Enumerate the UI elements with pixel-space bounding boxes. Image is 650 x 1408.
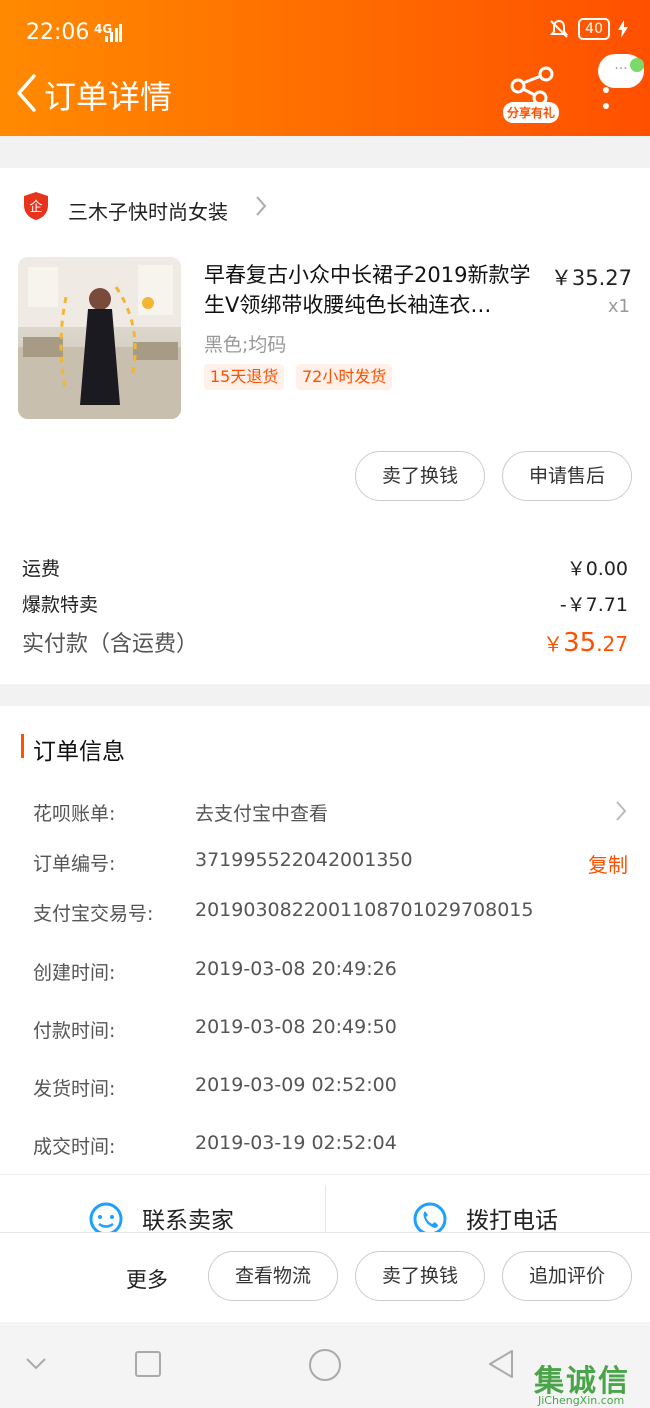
phone-icon bbox=[413, 1202, 447, 1232]
info-label: 花呗账单: bbox=[33, 803, 116, 825]
paid-time-row: 付款时间: 2019-03-08 20:49:50 bbox=[33, 1016, 628, 1046]
info-value: 2019-03-19 02:52:04 bbox=[195, 1132, 397, 1154]
info-label: 发货时间: bbox=[33, 1078, 116, 1100]
info-value: 2019-03-08 20:49:26 bbox=[195, 958, 397, 980]
contact-seller-button[interactable]: 联系卖家 bbox=[88, 1175, 234, 1232]
chevron-right-icon[interactable] bbox=[254, 194, 268, 218]
back-triangle-icon[interactable] bbox=[486, 1348, 516, 1380]
charging-icon bbox=[618, 20, 628, 38]
order-info-title: 订单信息 bbox=[33, 739, 125, 765]
order-number-row: 订单编号: 371995522042001350 复制 bbox=[33, 849, 628, 879]
shipping-fee-label: 运费 bbox=[22, 558, 61, 580]
sell-for-money-button-bottom[interactable]: 卖了换钱 bbox=[355, 1251, 485, 1301]
shipped-time-row: 发货时间: 2019-03-09 02:52:00 bbox=[33, 1074, 628, 1104]
discount-row: 爆款特卖 -￥7.71 bbox=[22, 590, 628, 617]
sell-for-money-button[interactable]: 卖了换钱 bbox=[355, 451, 485, 501]
bottom-action-bar: 更多 查看物流 卖了换钱 追加评价 bbox=[0, 1232, 650, 1322]
product-title[interactable]: 早春复古小众中长裙子2019新款学生V领绑带收腰纯色长袖连衣… bbox=[204, 260, 534, 320]
after-sale-button[interactable]: 申请售后 bbox=[502, 451, 632, 501]
chat-icon bbox=[89, 1202, 123, 1232]
info-label: 付款时间: bbox=[33, 1020, 116, 1042]
page-title: 订单详情 bbox=[44, 78, 173, 116]
info-label: 支付宝交易号: bbox=[33, 903, 154, 925]
info-value: 2019-03-09 02:52:00 bbox=[195, 1074, 397, 1096]
total-paid-label: 实付款（含运费） bbox=[22, 632, 199, 657]
shipping-fee-row: 运费 ￥0.00 bbox=[22, 554, 628, 581]
contact-seller-label: 联系卖家 bbox=[142, 1208, 234, 1232]
call-phone-label: 拨打电话 bbox=[466, 1208, 558, 1232]
return-policy-tag: 15天退货 bbox=[204, 364, 285, 390]
battery-indicator: 40 bbox=[578, 18, 610, 40]
svg-text:企: 企 bbox=[29, 199, 42, 215]
total-paid-value: ￥35.27 bbox=[543, 628, 628, 658]
more-vertical-icon[interactable] bbox=[596, 84, 616, 114]
add-review-button[interactable]: 追加评价 bbox=[502, 1251, 632, 1301]
status-right: 40 bbox=[548, 18, 628, 40]
chevron-left-icon bbox=[17, 74, 36, 112]
enterprise-shop-icon: 企 bbox=[24, 192, 48, 220]
info-label: 订单编号: bbox=[33, 853, 116, 875]
contact-bar: 联系卖家 拨打电话 bbox=[0, 1174, 650, 1232]
header: 22:06 4G 40 订单详情 分享有礼 ··· bbox=[0, 0, 650, 136]
order-info-card: 订单信息 花呗账单: 去支付宝中查看 订单编号: 371995522042001… bbox=[0, 706, 650, 1176]
total-integer: 35 bbox=[563, 628, 597, 658]
info-value: 2019-03-08 20:49:50 bbox=[195, 1016, 397, 1038]
signal-icon bbox=[105, 24, 122, 42]
back-button[interactable] bbox=[8, 68, 44, 118]
watermark-subtext: JiChengXin.com bbox=[538, 1394, 625, 1407]
call-phone-button[interactable]: 拨打电话 bbox=[412, 1175, 558, 1232]
discount-value: -￥7.71 bbox=[559, 594, 628, 616]
more-link[interactable]: 更多 bbox=[126, 1264, 168, 1294]
shop-card: 企 三木子快时尚女装 早春复古小众中长裙子2019新款学生V领绑带收腰纯色长袖连… bbox=[0, 168, 650, 684]
share-gift-badge[interactable]: 分享有礼 bbox=[503, 102, 560, 123]
divider bbox=[325, 1185, 326, 1232]
notification-dot bbox=[630, 58, 644, 72]
copy-button[interactable]: 复制 bbox=[588, 849, 628, 878]
status-time: 22:06 bbox=[26, 20, 90, 45]
view-logistics-button[interactable]: 查看物流 bbox=[208, 1251, 338, 1301]
watermark-logo: 集诚信 JiChengXin.com bbox=[534, 1356, 630, 1407]
total-decimal: .27 bbox=[596, 632, 628, 656]
mute-bell-icon bbox=[550, 19, 569, 38]
shipping-fee-value: ￥0.00 bbox=[566, 558, 628, 580]
recent-apps-icon[interactable] bbox=[134, 1350, 162, 1378]
product-spec: 黑色;均码 bbox=[204, 334, 287, 356]
deal-time-row: 成交时间: 2019-03-19 02:52:04 bbox=[33, 1132, 628, 1162]
product-quantity: x1 bbox=[607, 296, 630, 317]
huabei-bill-row[interactable]: 花呗账单: 去支付宝中查看 bbox=[33, 799, 628, 829]
currency-symbol: ￥ bbox=[543, 632, 564, 656]
section-accent-bar bbox=[21, 734, 24, 758]
home-icon[interactable] bbox=[308, 1348, 342, 1382]
chevron-right-icon[interactable] bbox=[614, 799, 628, 823]
info-value: 2019030822001108701029708015 bbox=[195, 899, 534, 921]
shop-name[interactable]: 三木子快时尚女装 bbox=[68, 196, 228, 225]
product-price: ￥35.27 bbox=[550, 266, 632, 290]
order-number-value: 371995522042001350 bbox=[195, 849, 413, 871]
shipping-time-tag: 72小时发货 bbox=[296, 364, 393, 390]
alipay-trade-row: 支付宝交易号: 2019030822001108701029708015 bbox=[33, 899, 628, 929]
product-photo bbox=[18, 257, 181, 419]
total-paid-row: 实付款（含运费） ￥35.27 bbox=[22, 626, 628, 658]
discount-label: 爆款特卖 bbox=[22, 594, 99, 616]
info-label: 创建时间: bbox=[33, 962, 116, 984]
info-value: 去支付宝中查看 bbox=[195, 803, 329, 825]
product-image[interactable] bbox=[18, 257, 181, 419]
created-time-row: 创建时间: 2019-03-08 20:49:26 bbox=[33, 958, 628, 988]
info-label: 成交时间: bbox=[33, 1136, 116, 1158]
chevron-down-icon[interactable] bbox=[24, 1356, 48, 1372]
